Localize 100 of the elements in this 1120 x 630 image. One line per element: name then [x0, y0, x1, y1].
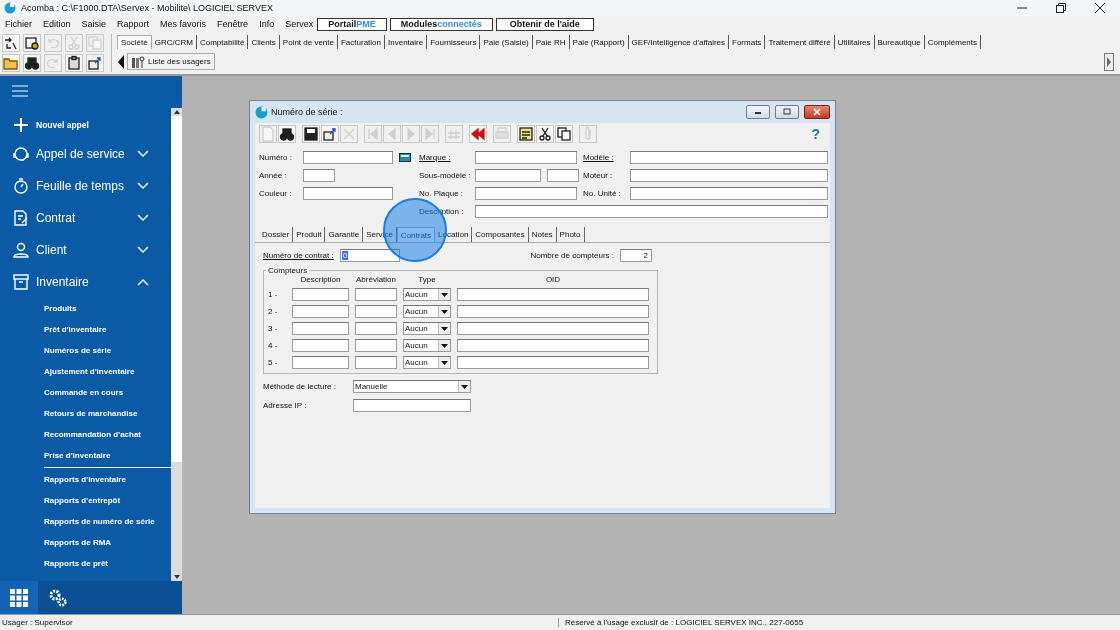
menu-item[interactable]: Saisie [81, 19, 107, 29]
minimize-icon[interactable] [746, 105, 770, 119]
type-dropdown[interactable]: Aucun [403, 305, 451, 318]
promo-button[interactable]: Obtenir de l'aide [495, 17, 594, 31]
menu-item[interactable]: Mes favoris [160, 19, 207, 29]
sidebar-subitem[interactable]: Rapports de RMA [0, 532, 112, 553]
report-icon[interactable] [517, 125, 535, 143]
description-field[interactable] [292, 339, 349, 352]
reading-method-dropdown[interactable]: Manuelle [353, 380, 471, 393]
module-tab[interactable]: Point de vente [279, 35, 338, 49]
promo-button[interactable]: Modulesconnectés [389, 17, 493, 31]
module-tab[interactable]: Clients [248, 35, 280, 49]
type-dropdown[interactable]: Aucun [403, 339, 451, 352]
engine-field[interactable] [630, 168, 828, 182]
description-field[interactable] [292, 305, 349, 318]
ip-address-field[interactable] [353, 399, 471, 412]
caret-icon[interactable] [438, 357, 450, 368]
apps-grid-icon[interactable] [0, 581, 38, 614]
sidebar-subitem[interactable]: Rapports d'inventaire [0, 469, 126, 490]
sidebar-item[interactable]: Contrat [0, 202, 171, 234]
abbreviation-field[interactable] [355, 322, 397, 335]
sidebar-subitem[interactable]: Rapports de numéro de série [0, 511, 155, 532]
export-icon[interactable] [321, 125, 339, 143]
sidebar-subitem[interactable]: Recommandation d'achat [0, 424, 142, 445]
module-tab[interactable]: Paie (Saisie) [480, 35, 533, 49]
menu-item[interactable]: Fichier [5, 19, 32, 29]
promo-button[interactable]: PortailPME [317, 17, 387, 31]
close-icon[interactable] [1095, 3, 1105, 13]
description-field[interactable] [292, 288, 349, 301]
sidebar-subitem[interactable]: Prise d'inventaire [0, 445, 111, 466]
export-icon[interactable] [86, 54, 104, 72]
counter-count-field[interactable]: 2 [620, 249, 652, 262]
oid-field[interactable] [457, 322, 649, 335]
binoculars-icon[interactable] [278, 125, 296, 143]
scrollbar[interactable] [171, 108, 182, 581]
menu-item[interactable]: Servex [285, 19, 314, 29]
collapse-arrow-icon[interactable] [117, 53, 125, 70]
maximize-icon[interactable] [775, 105, 799, 119]
caret-icon[interactable] [438, 323, 450, 334]
menu-item[interactable]: Fenêtre [217, 19, 249, 29]
close-icon[interactable] [804, 105, 830, 119]
module-tab[interactable]: Formats [729, 35, 766, 49]
module-tab[interactable]: Facturation [338, 35, 385, 49]
tab[interactable]: Garantie [325, 227, 364, 242]
module-tab[interactable]: Comptabilité [196, 35, 249, 49]
plate-field[interactable] [475, 186, 577, 200]
restore-icon[interactable] [1056, 3, 1066, 13]
description-field[interactable] [292, 356, 349, 369]
abbreviation-field[interactable] [355, 356, 397, 369]
number-field[interactable] [303, 150, 393, 164]
sidebar-subitem[interactable]: Ajustement d'inventaire [0, 361, 135, 382]
submodel-field[interactable] [547, 168, 579, 182]
module-tab[interactable]: GRC/CRM [151, 35, 197, 49]
sidebar-item[interactable]: Client [0, 234, 171, 266]
module-tab[interactable]: Paie RH [532, 35, 570, 49]
chevron-up-icon[interactable] [137, 278, 149, 286]
sidebar-item[interactable]: Appel de service [0, 138, 171, 170]
type-dropdown[interactable]: Aucun [403, 322, 451, 335]
type-dropdown[interactable]: Aucun [403, 356, 451, 369]
help-icon[interactable]: ? [811, 126, 820, 142]
chevron-down-icon[interactable] [137, 150, 149, 158]
binoculars-icon[interactable] [23, 54, 41, 72]
folder-icon[interactable] [2, 54, 20, 72]
sidebar-item[interactable]: Inventaire [0, 266, 171, 298]
contract-number-field[interactable]: 0 [339, 249, 400, 262]
chevron-down-icon[interactable] [137, 182, 149, 190]
tab[interactable]: Composantes [472, 227, 529, 242]
chevron-down-icon[interactable] [137, 214, 149, 222]
tab[interactable]: Photo [556, 227, 585, 242]
description-field[interactable] [475, 204, 828, 218]
caret-icon[interactable] [458, 381, 470, 392]
sidebar-subitem[interactable]: Rapports d'entrepôt [0, 490, 121, 511]
menu-item[interactable]: Rapport [117, 19, 150, 29]
module-tab[interactable]: Utilitaires [834, 35, 875, 49]
oid-field[interactable] [457, 305, 649, 318]
sidebar-subitem[interactable]: Rapports de prêt [0, 553, 108, 574]
brand-field[interactable] [475, 150, 577, 164]
sidebar-subitem[interactable]: Commande en cours [0, 382, 124, 403]
sidebar-item[interactable]: Nouvel appel [0, 112, 171, 138]
sidebar-item[interactable]: Feuille de temps [0, 170, 171, 202]
description-field[interactable] [292, 322, 349, 335]
caret-icon[interactable] [438, 306, 450, 317]
color-field[interactable] [303, 186, 393, 200]
menu-icon[interactable] [12, 85, 28, 97]
sidebar-subitem[interactable]: Prêt d'inventaire [0, 319, 107, 340]
module-tab[interactable]: GEF/Intelligence d'affaires [628, 35, 730, 49]
unit-field[interactable] [630, 186, 828, 200]
abbreviation-field[interactable] [355, 339, 397, 352]
module-tab[interactable]: Fournisseurs [427, 35, 481, 49]
oid-field[interactable] [457, 339, 649, 352]
oid-field[interactable] [457, 356, 649, 369]
module-tab[interactable]: Compléments [924, 35, 982, 49]
model-field[interactable] [630, 150, 828, 164]
tab[interactable]: Dossier [259, 227, 294, 242]
settings-icon[interactable] [48, 587, 68, 608]
abbreviation-field[interactable] [355, 305, 397, 318]
copy-icon[interactable] [555, 125, 573, 143]
import-icon[interactable] [2, 34, 20, 52]
chevron-down-icon[interactable] [137, 246, 149, 254]
menu-item[interactable]: Edition [43, 19, 71, 29]
